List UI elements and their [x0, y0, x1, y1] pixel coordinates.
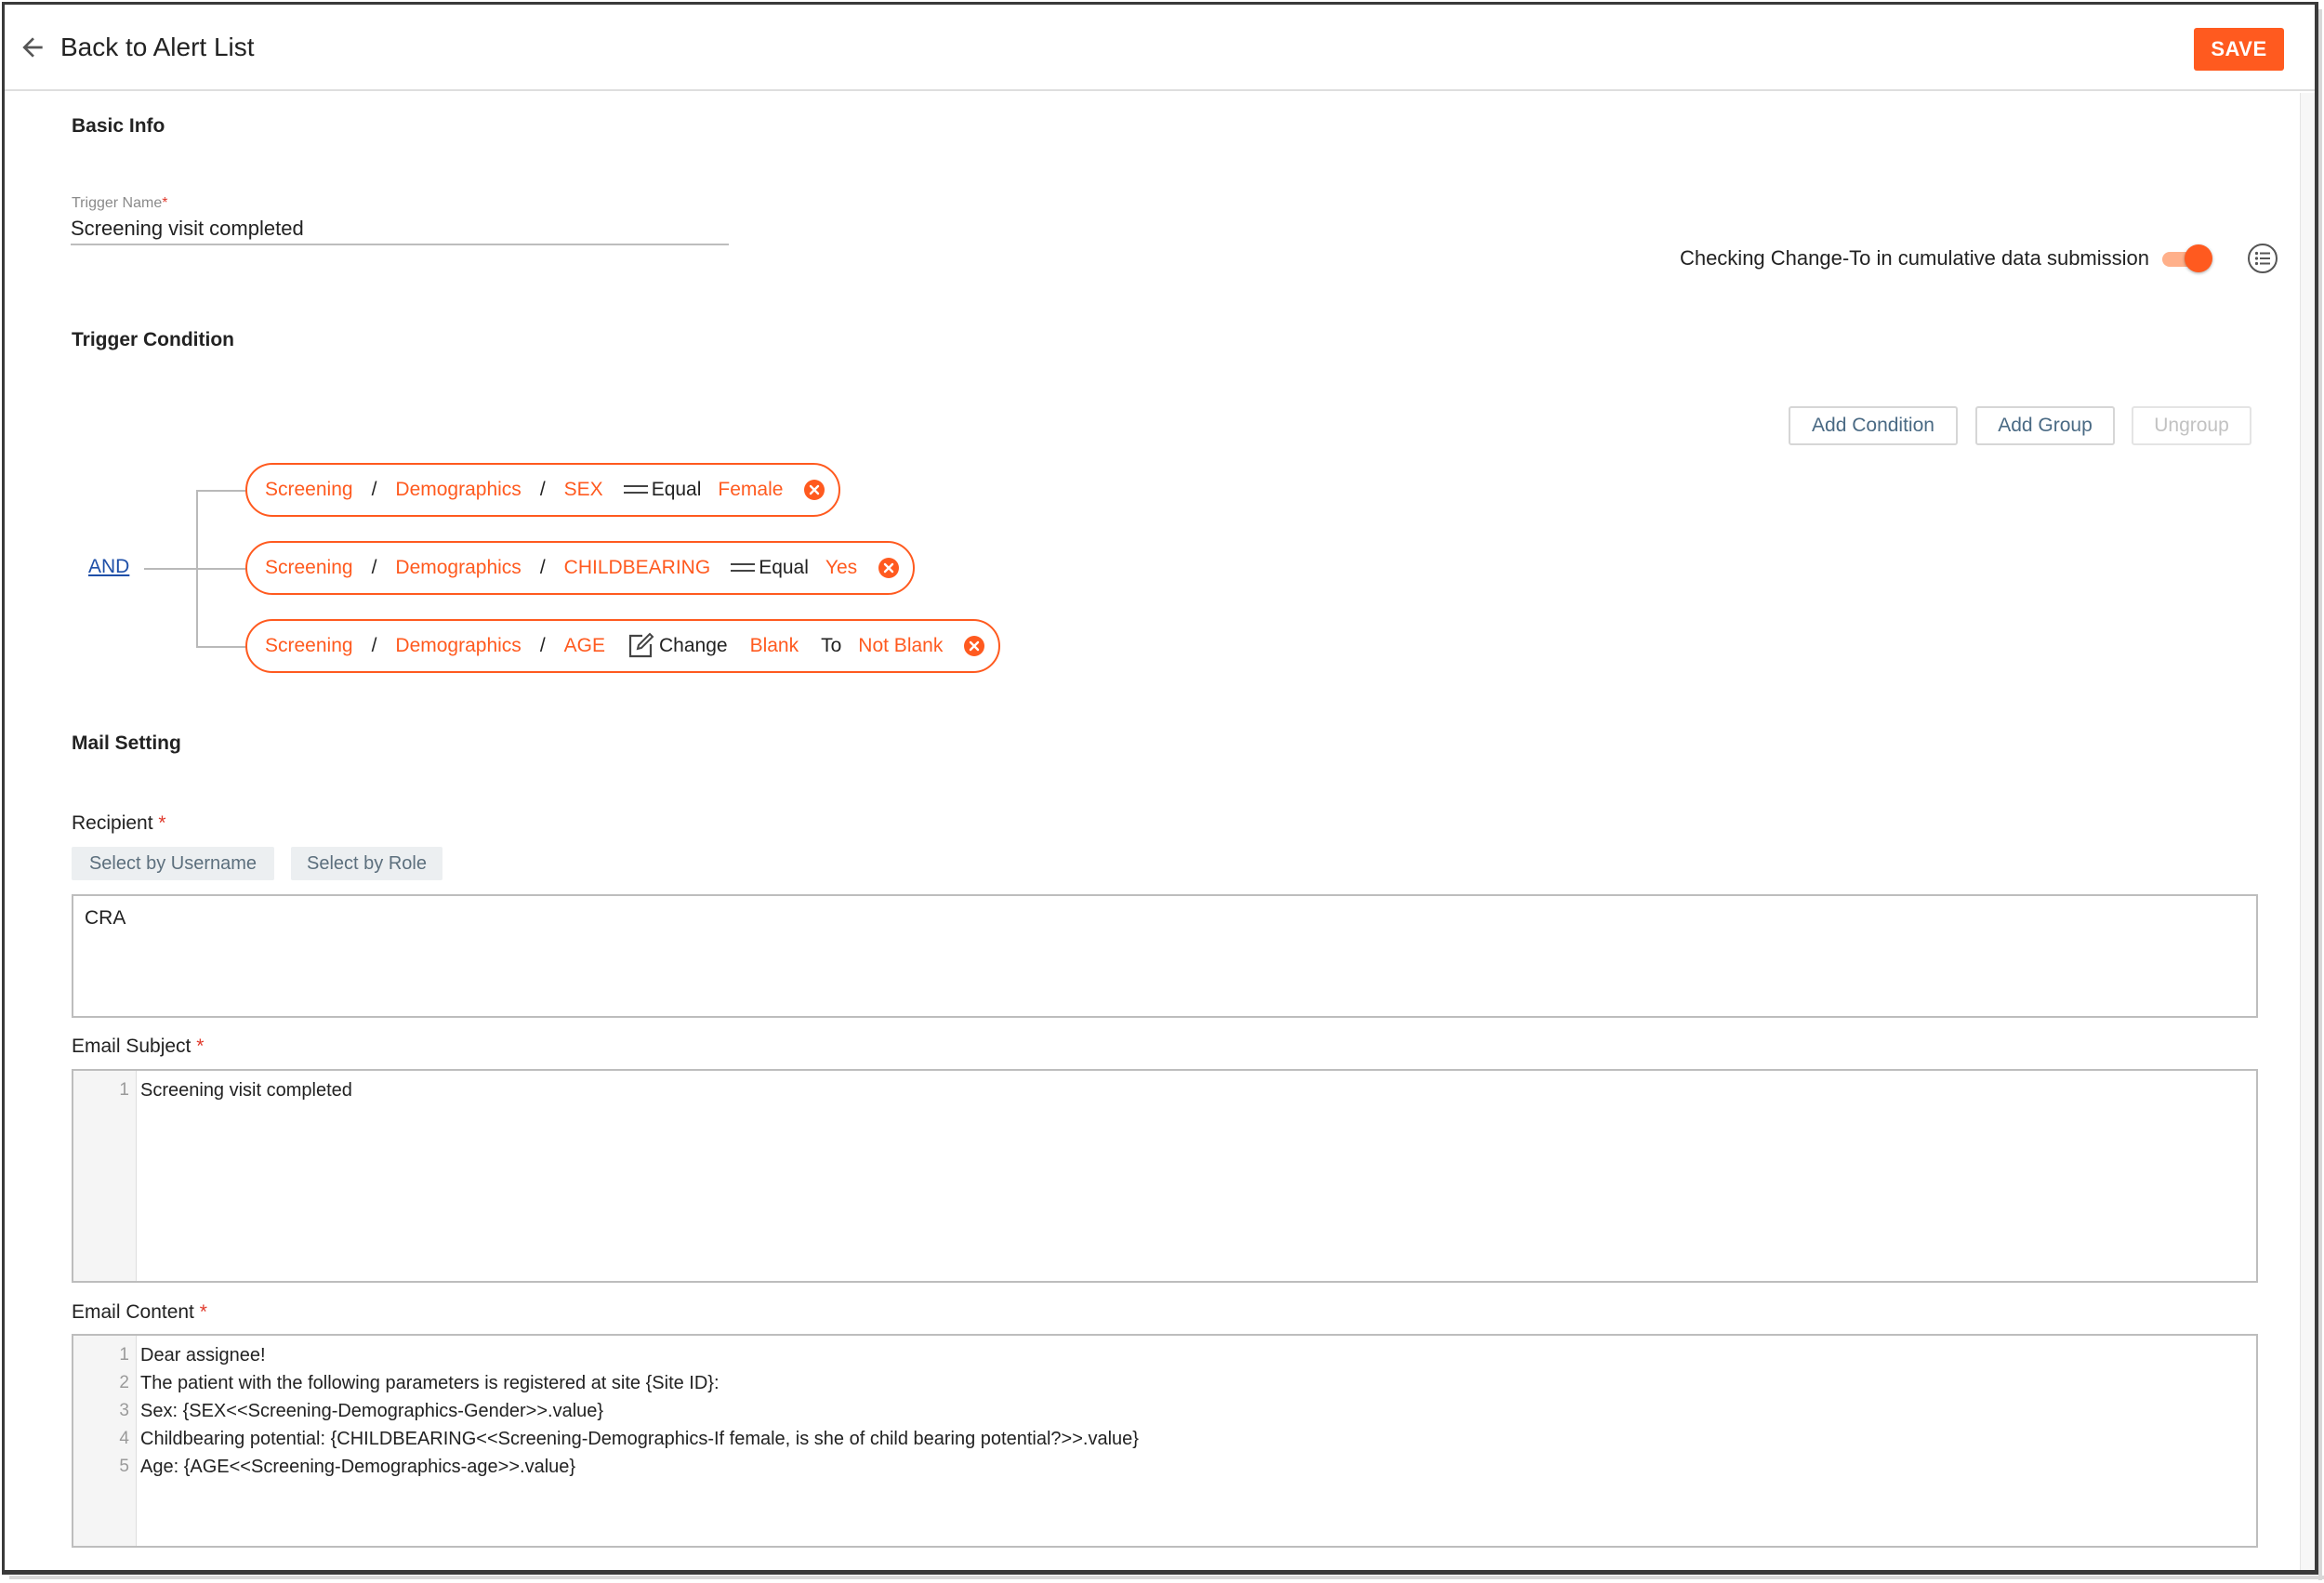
- email-subject-label: Email Subject *: [72, 1036, 205, 1057]
- operator-label: Equal: [759, 557, 809, 578]
- logic-operator-and[interactable]: AND: [88, 556, 129, 578]
- email-content-editor[interactable]: 1 Dear assignee! 2 The patient with the …: [72, 1334, 2258, 1548]
- remove-condition-icon[interactable]: [803, 479, 825, 501]
- editor-line: 3 Sex: {SEX<<Screening-Demographics-Gend…: [73, 1397, 2256, 1425]
- add-condition-button[interactable]: Add Condition: [1789, 406, 1958, 445]
- line-text: The patient with the following parameter…: [140, 1372, 720, 1393]
- remove-condition-icon[interactable]: [963, 635, 985, 657]
- edit-icon: [628, 632, 654, 658]
- condition-pill[interactable]: Screening / Demographics / AGE Change Bl…: [245, 619, 1001, 673]
- line-text: Screening visit completed: [140, 1079, 352, 1101]
- condition-operator[interactable]: Equal: [623, 479, 702, 501]
- editor-line: 1 Dear assignee!: [73, 1341, 2256, 1369]
- condition-value[interactable]: Female: [718, 479, 783, 501]
- path-separator: /: [371, 635, 377, 656]
- arrow-left-icon: [22, 37, 43, 58]
- path-separator: /: [539, 635, 546, 656]
- condition-section[interactable]: Demographics: [395, 479, 521, 501]
- line-number: 1: [119, 1080, 129, 1100]
- save-button[interactable]: SAVE: [2194, 28, 2284, 71]
- trigger-condition-title: Trigger Condition: [72, 329, 234, 350]
- line-number: 5: [119, 1457, 129, 1476]
- back-label: Back to Alert List: [60, 33, 255, 61]
- condition-section[interactable]: Demographics: [395, 635, 521, 657]
- condition-operator[interactable]: Equal: [731, 557, 809, 579]
- main-content: Basic Info Trigger Name* Trigger Conditi…: [5, 93, 2315, 1570]
- operator-label: Change: [659, 635, 728, 656]
- condition-form[interactable]: Screening: [265, 479, 353, 501]
- top-bar: Back to Alert List SAVE: [5, 5, 2315, 91]
- line-text: Sex: {SEX<<Screening-Demographics-Gender…: [140, 1400, 604, 1421]
- trigger-name-label: Trigger Name*: [72, 195, 168, 211]
- line-number: 3: [119, 1401, 129, 1420]
- condition-section[interactable]: Demographics: [395, 557, 521, 579]
- tree-connector: [144, 568, 197, 570]
- path-separator: /: [539, 557, 546, 578]
- basic-info-title: Basic Info: [72, 115, 165, 137]
- editor-line: 1 Screening visit completed: [73, 1076, 2256, 1104]
- line-text: Childbearing potential: {CHILDBEARING<<S…: [140, 1428, 1139, 1449]
- line-text: Age: {AGE<<Screening-Demographics-age>>.…: [140, 1456, 576, 1477]
- recipient-box[interactable]: CRA: [72, 894, 2258, 1018]
- path-separator: /: [371, 557, 377, 578]
- cumulative-label: Checking Change-To in cumulative data su…: [1679, 246, 2149, 270]
- condition-operator[interactable]: Change: [626, 631, 728, 661]
- select-by-role-button[interactable]: Select by Role: [291, 847, 442, 880]
- condition-field[interactable]: AGE: [564, 635, 605, 657]
- tree-branch: [196, 490, 247, 492]
- tree-branch: [196, 568, 247, 570]
- condition-form[interactable]: Screening: [265, 557, 353, 579]
- condition-list-icon[interactable]: [2246, 242, 2279, 275]
- condition-pill[interactable]: Screening / Demographics / SEX Equal Fem…: [245, 463, 841, 517]
- editor-line: 2 The patient with the following paramet…: [73, 1369, 2256, 1397]
- condition-form[interactable]: Screening: [265, 635, 353, 657]
- path-separator: /: [371, 479, 377, 500]
- condition-from-value[interactable]: Blank: [750, 635, 799, 657]
- condition-to-value[interactable]: Not Blank: [858, 635, 943, 657]
- condition-field[interactable]: SEX: [564, 479, 603, 501]
- tree-branch: [196, 646, 247, 648]
- window-shadow: [9, 1576, 2324, 1579]
- condition-value[interactable]: Yes: [825, 557, 857, 579]
- equal-icon: [623, 482, 648, 497]
- toggle-knob: [2185, 244, 2212, 272]
- email-subject-editor[interactable]: 1 Screening visit completed: [72, 1069, 2258, 1283]
- remove-condition-icon[interactable]: [878, 557, 900, 579]
- cumulative-toggle-row: Checking Change-To in cumulative data su…: [1680, 240, 2212, 277]
- condition-pill[interactable]: Screening / Demographics / CHILDBEARING …: [245, 541, 916, 595]
- trigger-name-input[interactable]: [71, 214, 729, 245]
- vertical-scrollbar[interactable]: [2300, 93, 2315, 1570]
- back-to-alert-list-link[interactable]: Back to Alert List: [18, 25, 255, 70]
- to-label: To: [821, 635, 842, 656]
- window-shadow: [2318, 9, 2322, 1580]
- add-group-button[interactable]: Add Group: [1975, 406, 2115, 445]
- editor-line: 5 Age: {AGE<<Screening-Demographics-age>…: [73, 1453, 2256, 1481]
- cumulative-toggle[interactable]: [2159, 243, 2212, 274]
- editor-line: 4 Childbearing potential: {CHILDBEARING<…: [73, 1425, 2256, 1453]
- operator-label: Equal: [651, 479, 702, 500]
- recipient-label: Recipient *: [72, 812, 166, 834]
- condition-field[interactable]: CHILDBEARING: [564, 557, 711, 579]
- ungroup-button[interactable]: Ungroup: [2132, 406, 2251, 445]
- email-content-label: Email Content *: [72, 1301, 207, 1323]
- line-text: Dear assignee!: [140, 1344, 266, 1365]
- line-number: 4: [119, 1429, 129, 1448]
- equal-icon: [731, 561, 756, 575]
- alert-editor-window: Back to Alert List SAVE Basic Info Trigg…: [2, 2, 2318, 1575]
- select-by-username-button[interactable]: Select by Username: [72, 847, 274, 880]
- line-number: 2: [119, 1373, 129, 1392]
- recipient-value: CRA: [85, 907, 126, 929]
- path-separator: /: [539, 479, 546, 500]
- mail-setting-title: Mail Setting: [72, 732, 181, 754]
- line-number: 1: [119, 1345, 129, 1365]
